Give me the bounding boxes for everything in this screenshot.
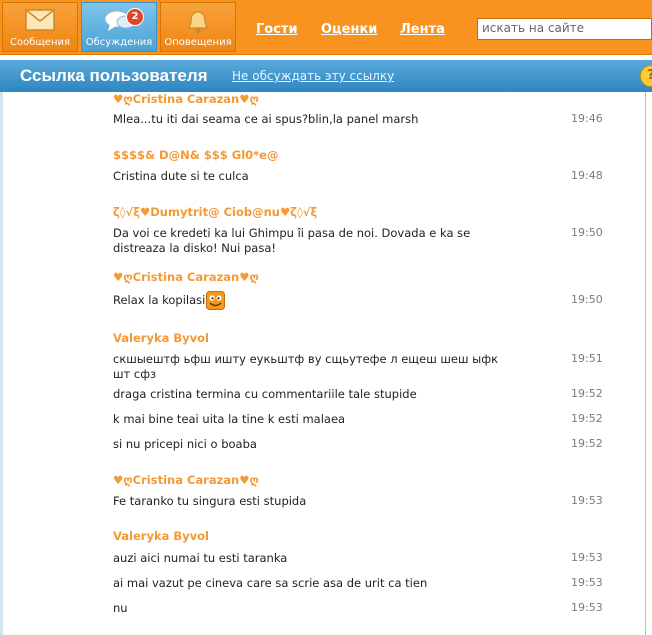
right-border bbox=[645, 92, 646, 635]
smiley-icon bbox=[206, 291, 226, 310]
comment-text: k mai bine teai uita la tine k esti mala… bbox=[113, 412, 346, 426]
comment-text: ai mai vazut pe cineva care sa scrie asa… bbox=[113, 576, 428, 590]
comment-author[interactable]: ♥ღCristina Carazan♥ღ bbox=[113, 92, 259, 106]
comment-text: auzi aici numai tu esti taranka bbox=[113, 551, 288, 565]
comment-text: Relax la kopilasi bbox=[113, 291, 513, 310]
comment-time: 19:48 bbox=[571, 169, 603, 182]
comment-time: 19:50 bbox=[571, 293, 603, 306]
comment-author[interactable]: ♥ღCristina Carazan♥ღ bbox=[113, 473, 259, 487]
comment-time: 19:53 bbox=[571, 601, 603, 614]
comment-author[interactable]: $$$$& D@N& $$$ Gl0*e@ bbox=[113, 148, 278, 162]
comments-list: ♥ღCristina Carazan♥ღ Mlea...tu iti dai s… bbox=[0, 0, 620, 635]
comment-author[interactable]: ζ◊√ξ♥Dumytrit@ Ciob@nu♥ζ◊√ξ bbox=[113, 205, 317, 219]
comment-text: Cristina dute si te culca bbox=[113, 169, 249, 183]
comment-time: 19:52 bbox=[571, 387, 603, 400]
comment-time: 19:46 bbox=[571, 112, 603, 125]
comment-text: Da voi ce kredeti ka lui Ghimpu îi pasa … bbox=[113, 226, 471, 255]
comment-time: 19:52 bbox=[571, 437, 603, 450]
comment-time: 19:52 bbox=[571, 412, 603, 425]
comment-text: draga cristina termina cu commentariile … bbox=[113, 387, 417, 401]
comment-time: 19:50 bbox=[571, 226, 603, 239]
comment-text: скшыештф ьфш ишту еукьштф ву сщьутефе л … bbox=[113, 352, 499, 381]
comment-author[interactable]: Valeryka Byvol bbox=[113, 331, 209, 345]
comment-time: 19:53 bbox=[571, 576, 603, 589]
comment-text: Fe taranko tu singura esti stupida bbox=[113, 494, 307, 508]
comment-text: Mlea...tu iti dai seama ce ai spus?blin,… bbox=[113, 112, 419, 126]
comment-text: si nu pricepi nici o boaba bbox=[113, 437, 257, 451]
comment-time: 19:53 bbox=[571, 551, 603, 564]
comment-text: nu bbox=[113, 601, 128, 615]
comment-text-content: Relax la kopilasi bbox=[113, 293, 206, 307]
comment-time: 19:53 bbox=[571, 494, 603, 507]
comment-author[interactable]: ♥ღCristina Carazan♥ღ bbox=[113, 270, 259, 284]
comment-time: 19:51 bbox=[571, 352, 603, 365]
comment-author[interactable]: Valeryka Byvol bbox=[113, 529, 209, 543]
